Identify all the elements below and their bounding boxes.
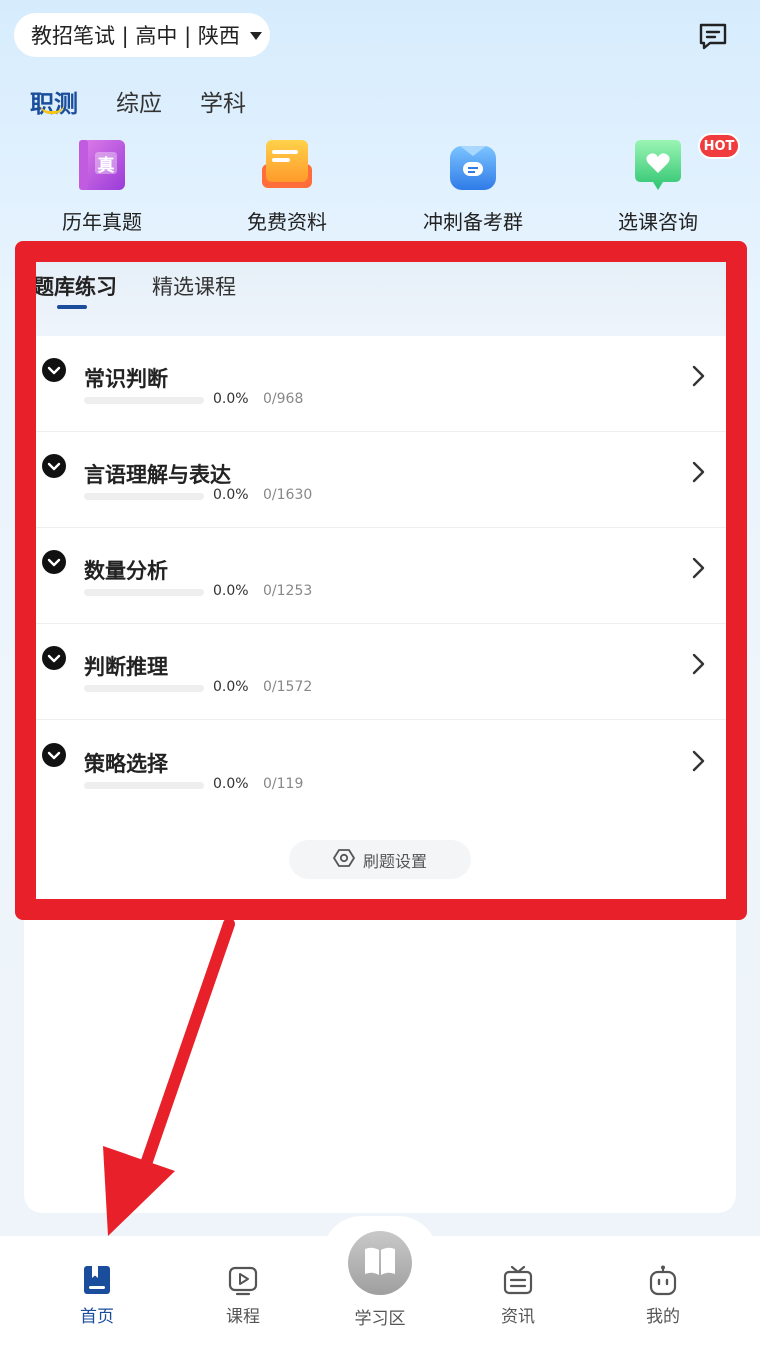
quick-action-free-materials[interactable]: 免费资料 — [207, 136, 367, 235]
nav-item-profile[interactable]: 我的 — [613, 1264, 713, 1327]
tab-zhice[interactable]: 职测 — [30, 84, 78, 119]
hot-badge: HOT — [698, 133, 740, 159]
study-group-icon — [444, 136, 502, 194]
message-icon[interactable] — [697, 20, 729, 52]
highlight-annotation-box — [15, 241, 747, 920]
nav-label: 资讯 — [501, 1307, 535, 1327]
past-exams-icon-text: 真 — [97, 156, 115, 176]
nav-item-study-area[interactable] — [348, 1231, 412, 1295]
nav-item-news[interactable]: 资讯 — [468, 1264, 568, 1327]
course-play-icon — [227, 1264, 259, 1296]
tab-xueke[interactable]: 学科 — [200, 84, 246, 119]
past-exams-book-icon: 真 — [73, 136, 131, 194]
course-consult-heart-icon — [629, 136, 687, 194]
profile-robot-icon — [647, 1264, 679, 1296]
news-icon — [502, 1264, 534, 1296]
exam-selector-dropdown[interactable]: 教招笔试 | 高中 | 陕西 — [14, 13, 270, 57]
quick-action-label: 选课咨询 — [618, 210, 698, 234]
nav-label: 我的 — [646, 1307, 680, 1327]
main-tabs: 职测 综应 学科 — [30, 84, 246, 119]
home-book-icon — [81, 1264, 113, 1296]
free-materials-icon — [258, 136, 316, 194]
nav-label: 课程 — [226, 1307, 260, 1327]
quick-action-label: 冲刺备考群 — [423, 210, 523, 234]
tab-label: 综应 — [116, 91, 162, 117]
caret-down-icon — [249, 32, 262, 40]
quick-action-past-exams[interactable]: 真 历年真题 — [22, 136, 182, 235]
tab-zongying[interactable]: 综应 — [116, 84, 162, 119]
nav-item-home[interactable]: 首页 — [47, 1264, 147, 1327]
quick-action-label: 免费资料 — [247, 210, 327, 234]
content-card-bottom — [24, 905, 736, 1213]
exam-selector-label: 教招笔试 | 高中 | 陕西 — [31, 24, 240, 48]
quick-action-study-group[interactable]: 冲刺备考群 — [393, 136, 553, 235]
nav-label: 学习区 — [354, 1309, 406, 1329]
study-book-icon — [362, 1244, 398, 1282]
quick-action-label: 历年真题 — [62, 210, 142, 234]
tab-label: 学科 — [200, 91, 246, 117]
nav-item-course[interactable]: 课程 — [193, 1264, 293, 1327]
nav-label: 首页 — [80, 1307, 114, 1327]
